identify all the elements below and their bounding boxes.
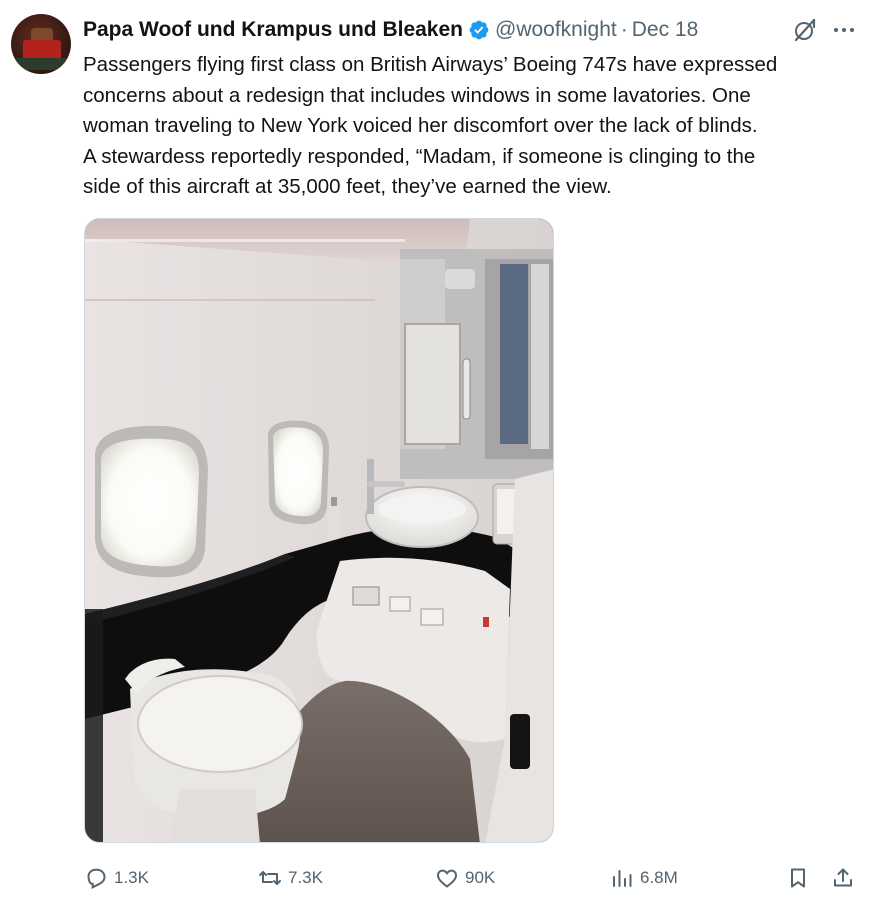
- more-icon[interactable]: [832, 20, 856, 40]
- verified-badge-icon: [468, 19, 490, 41]
- heart-icon: [436, 869, 458, 888]
- repost-button[interactable]: 7.3K: [258, 866, 323, 890]
- views-button[interactable]: 6.8M: [610, 866, 678, 890]
- tweet-text: Passengers flying first class on British…: [83, 53, 778, 198]
- reply-count: 1.3K: [114, 868, 149, 887]
- views-icon: [613, 870, 632, 887]
- share-button[interactable]: [831, 866, 855, 890]
- user-handle[interactable]: @woofknight: [495, 18, 617, 42]
- header-separator: ·: [620, 18, 628, 41]
- action-bar: 1.3K 7.3K 90K 6.8M: [0, 860, 874, 900]
- view-count: 6.8M: [640, 868, 678, 887]
- lavatory-photo: [85, 219, 553, 842]
- like-count: 90K: [465, 868, 496, 887]
- bookmark-icon: [791, 868, 805, 888]
- display-name[interactable]: Papa Woof und Krampus und Bleaken: [83, 18, 463, 42]
- tweet-image[interactable]: [84, 218, 554, 843]
- repost-icon: [259, 871, 281, 885]
- tweet-date[interactable]: Dec 18: [632, 18, 699, 42]
- tweet-header: Papa Woof und Krampus und Bleaken @woofk…: [83, 14, 698, 46]
- repost-count: 7.3K: [288, 868, 323, 887]
- share-icon: [834, 868, 852, 887]
- reply-icon: [87, 868, 106, 889]
- bookmark-button[interactable]: [786, 866, 810, 890]
- avatar[interactable]: [11, 14, 71, 74]
- like-button[interactable]: 90K: [435, 866, 495, 890]
- reply-button[interactable]: 1.3K: [84, 866, 149, 890]
- grok-icon[interactable]: [792, 17, 818, 43]
